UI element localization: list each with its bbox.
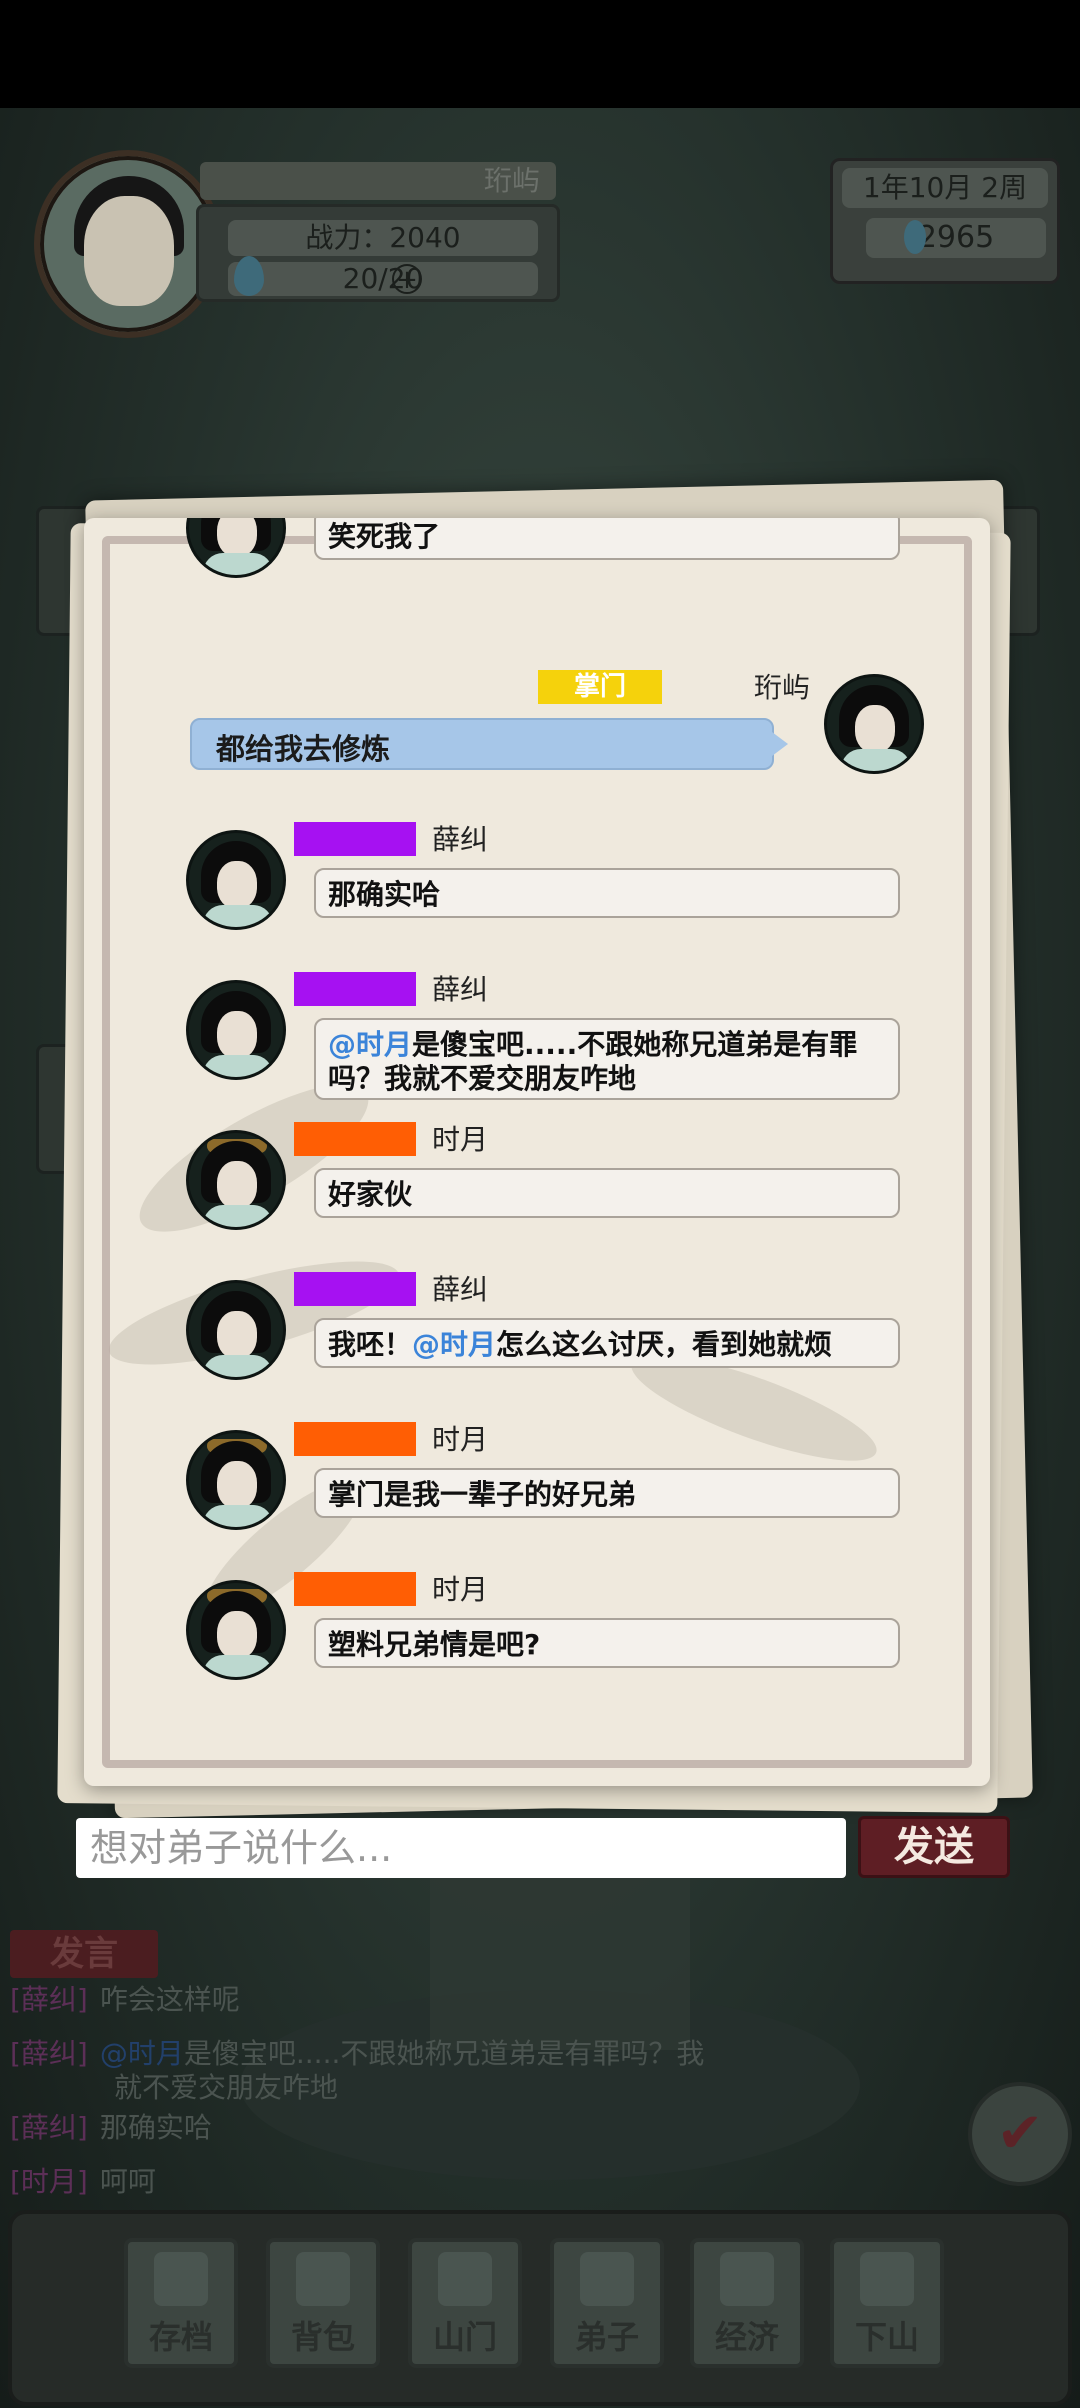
feed-text: 呵呵	[99, 2165, 156, 2198]
avatar	[186, 1580, 286, 1680]
message-bubble: 我呸！@时月怎么这么讨厌，看到她就烦	[314, 1318, 900, 1368]
role-badge	[294, 1122, 416, 1156]
message-bubble: 塑料兄弟情是吧?	[314, 1618, 900, 1668]
message-text: 吗？我就不爱交朋友咋地	[328, 1062, 637, 1095]
avatar	[186, 1130, 286, 1230]
nav-disciple-button[interactable]: 弟子	[550, 2238, 664, 2368]
nav-economy-button[interactable]: 经济	[690, 2238, 804, 2368]
avatar	[186, 830, 286, 930]
role-badge	[294, 1272, 416, 1306]
game-date: 1年10月 2周	[842, 168, 1048, 208]
avatar	[186, 518, 286, 578]
scroll-icon	[154, 2252, 208, 2306]
role-badge	[294, 822, 416, 856]
nav-label: 下山	[854, 2318, 919, 2356]
own-message-bubble: 都给我去修炼	[190, 718, 788, 770]
feed-line: [时月] 呵呵	[10, 2160, 156, 2200]
sender-name: 薛纠	[432, 973, 489, 1006]
status-bar	[0, 0, 1080, 108]
avatar	[186, 1280, 286, 1380]
message-text: 是傻宝吧.....不跟她称兄道弟是有罪	[412, 1028, 858, 1061]
feed-text: 咋会这样呢	[99, 1983, 240, 2016]
power-value: 战力：2040	[228, 220, 538, 256]
feed-line: [薛纠] 咋会这样呢	[10, 1978, 240, 2018]
message-bubble: 好家伙	[314, 1168, 900, 1218]
avatar	[824, 674, 924, 774]
avatar-face	[84, 196, 174, 306]
feed-tag: [时月]	[10, 2165, 88, 2198]
message-bubble: @时月是傻宝吧.....不跟她称兄道弟是有罪 吗？我就不爱交朋友咋地	[314, 1018, 900, 1100]
economy-icon	[720, 2252, 774, 2306]
sender-name: 薛纠	[432, 1273, 489, 1306]
feed-tag: [薛纠]	[10, 1983, 88, 2016]
feed-line: [薛纠] 那确实哈	[10, 2106, 212, 2146]
nav-descend-button[interactable]: 下山	[830, 2238, 944, 2368]
nav-bag-button[interactable]: 背包	[266, 2238, 380, 2368]
nav-save-button[interactable]: 存档	[124, 2238, 238, 2368]
spirit-stone-icon	[904, 220, 926, 254]
feed-line: 就不爱交朋友咋地	[114, 2066, 338, 2106]
nav-label: 弟子	[574, 2318, 639, 2356]
message-bubble: 掌门是我一辈子的好兄弟	[314, 1468, 900, 1518]
mention-link[interactable]: @时月	[328, 1028, 412, 1061]
role-badge	[294, 1572, 416, 1606]
mountain-icon	[860, 2252, 914, 2306]
nav-label: 经济	[714, 2318, 779, 2356]
avatar	[186, 980, 286, 1080]
chat-dialog: 笑死我了 掌门 珩屿 都给我去修炼 薛纠 那确实哈 薛纠 @时月是傻宝吧....…	[84, 518, 990, 1786]
add-stamina-icon[interactable]: +	[392, 264, 422, 294]
message-bubble: 笑死我了	[314, 518, 900, 560]
spirit-stone-count: 2965	[866, 218, 1046, 258]
player-avatar[interactable]	[34, 150, 222, 338]
nav-label: 存档	[148, 2318, 213, 2356]
chat-input[interactable]	[76, 1818, 846, 1878]
sender-name: 薛纠	[432, 823, 489, 856]
disciple-icon	[580, 2252, 634, 2306]
sender-name: 时月	[432, 1573, 489, 1606]
player-name: 珩屿	[200, 162, 556, 200]
stamina-value: 20/20	[228, 262, 538, 296]
speak-tab[interactable]: 发言	[10, 1930, 158, 1978]
nav-label: 山门	[432, 2318, 497, 2356]
sender-name: 时月	[432, 1423, 489, 1456]
nav-gate-button[interactable]: 山门	[408, 2238, 522, 2368]
gate-icon	[438, 2252, 492, 2306]
sender-name: 时月	[432, 1123, 489, 1156]
temple-decoration	[430, 1850, 690, 2050]
message-bubble: 那确实哈	[314, 868, 900, 918]
message-text: 我呸！	[328, 1328, 413, 1361]
role-badge	[294, 1422, 416, 1456]
feed-text: 就不爱交朋友咋地	[114, 2071, 339, 2104]
mention-link[interactable]: @时月	[412, 1328, 496, 1361]
avatar	[186, 1430, 286, 1530]
bag-icon	[296, 2252, 350, 2306]
role-badge-master: 掌门	[538, 670, 662, 704]
feed-text: 那确实哈	[99, 2111, 212, 2144]
feed-tag: [薛纠]	[10, 2037, 88, 2070]
nav-label: 背包	[290, 2318, 355, 2356]
role-badge	[294, 972, 416, 1006]
send-button[interactable]: 发送	[858, 1816, 1010, 1878]
sender-name: 珩屿	[754, 671, 811, 704]
check-icon[interactable]: ✔	[968, 2082, 1072, 2186]
stamina-drop-icon	[234, 256, 264, 296]
chat-message-list[interactable]: 笑死我了 掌门 珩屿 都给我去修炼 薛纠 那确实哈 薛纠 @时月是傻宝吧....…	[84, 518, 990, 1786]
message-text: 怎么这么讨厌，看到她就烦	[496, 1328, 833, 1361]
feed-tag: [薛纠]	[10, 2111, 88, 2144]
